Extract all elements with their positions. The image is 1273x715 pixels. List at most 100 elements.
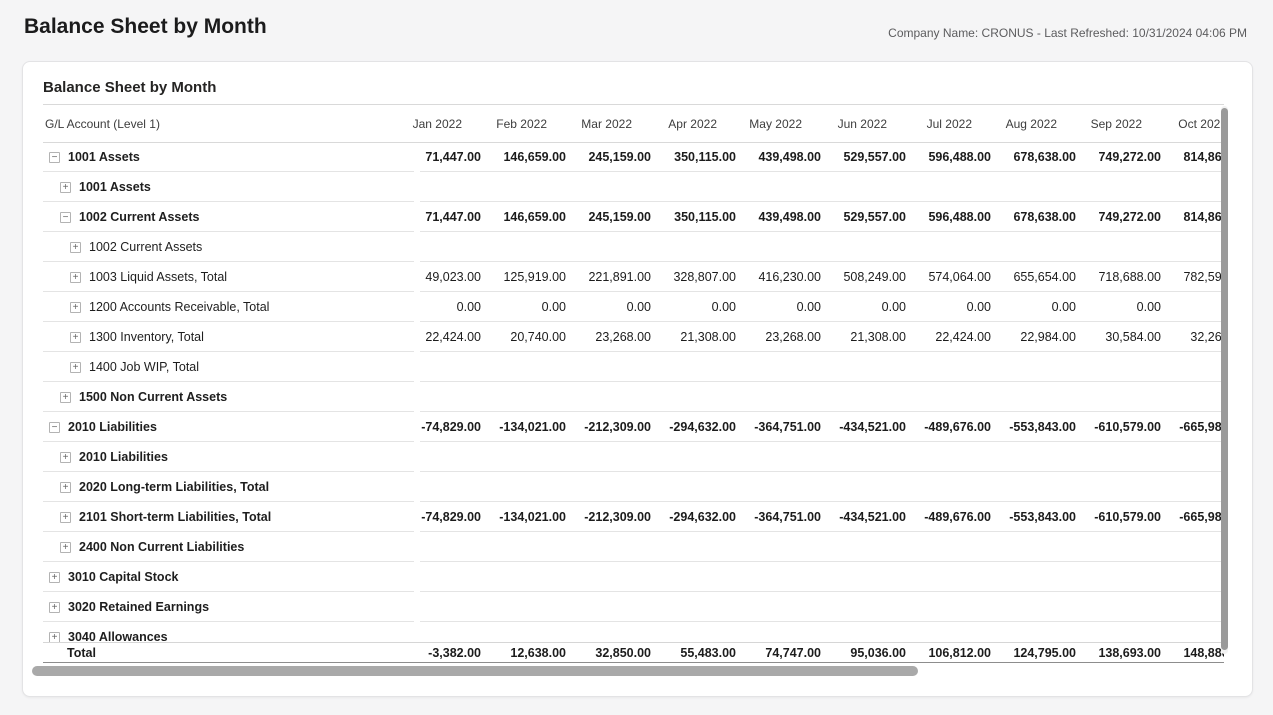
- expand-icon[interactable]: +: [60, 182, 71, 193]
- total-cell-value: 124,795.00: [991, 646, 1076, 660]
- cell-value: 678,638.00: [991, 210, 1076, 224]
- total-cell-value: -3,382.00: [396, 646, 481, 660]
- row-label[interactable]: 2010 Liabilities: [68, 420, 157, 434]
- cell-value: -553,843.00: [991, 420, 1076, 434]
- row-label[interactable]: 1400 Job WIP, Total: [89, 360, 199, 374]
- cell-value: 0.00: [736, 300, 821, 314]
- expand-icon[interactable]: +: [60, 512, 71, 523]
- column-header-month[interactable]: Oct 2022: [1161, 117, 1224, 131]
- row-label[interactable]: 1001 Assets: [68, 150, 140, 164]
- table-row: +1500 Non Current Assets: [43, 382, 1224, 412]
- total-cell-value: 106,812.00: [906, 646, 991, 660]
- row-label[interactable]: 1200 Accounts Receivable, Total: [89, 300, 269, 314]
- matrix-rows: −1001 Assets71,447.00146,659.00245,159.0…: [43, 142, 1224, 652]
- column-header-month[interactable]: May 2022: [736, 117, 821, 131]
- cell-value: 0.00: [481, 300, 566, 314]
- total-cell-value: 74,747.00: [736, 646, 821, 660]
- cell-value: 20,740.00: [481, 330, 566, 344]
- cell-value: 22,424.00: [396, 330, 481, 344]
- cell-value: 655,654.00: [991, 270, 1076, 284]
- total-label: Total: [43, 646, 396, 660]
- expand-icon[interactable]: +: [49, 572, 60, 583]
- expand-icon[interactable]: +: [70, 362, 81, 373]
- expand-icon[interactable]: +: [70, 242, 81, 253]
- collapse-icon[interactable]: −: [49, 422, 60, 433]
- row-label[interactable]: 1500 Non Current Assets: [79, 390, 227, 404]
- row-label[interactable]: 2020 Long-term Liabilities, Total: [79, 480, 269, 494]
- expand-icon[interactable]: +: [70, 302, 81, 313]
- cell-value: 782,590.00: [1161, 270, 1224, 284]
- cell-value: 221,891.00: [566, 270, 651, 284]
- expand-icon[interactable]: +: [49, 632, 60, 643]
- row-label[interactable]: 1001 Assets: [79, 180, 151, 194]
- table-row: +1002 Current Assets: [43, 232, 1224, 262]
- cell-value: 596,488.00: [906, 210, 991, 224]
- total-cell-value: 32,850.00: [566, 646, 651, 660]
- cell-value: 71,447.00: [396, 210, 481, 224]
- company-refresh-info: Company Name: CRONUS - Last Refreshed: 1…: [888, 26, 1247, 40]
- cell-value: 21,308.00: [651, 330, 736, 344]
- cell-value: 350,115.00: [651, 150, 736, 164]
- column-header-gl-account[interactable]: G/L Account (Level 1): [43, 117, 396, 131]
- row-label[interactable]: 1003 Liquid Assets, Total: [89, 270, 227, 284]
- row-label[interactable]: 2400 Non Current Liabilities: [79, 540, 244, 554]
- expand-icon[interactable]: +: [70, 332, 81, 343]
- row-label[interactable]: 1002 Current Assets: [89, 240, 202, 254]
- cell-value: 439,498.00: [736, 210, 821, 224]
- horizontal-scrollbar[interactable]: [32, 666, 918, 676]
- expand-icon[interactable]: +: [60, 392, 71, 403]
- cell-value: 23,268.00: [736, 330, 821, 344]
- table-row: +2400 Non Current Liabilities: [43, 532, 1224, 562]
- table-row: −1001 Assets71,447.00146,659.00245,159.0…: [43, 142, 1224, 172]
- cell-value: -74,829.00: [396, 510, 481, 524]
- cell-value: 814,860.00: [1161, 150, 1224, 164]
- column-header-month[interactable]: Sep 2022: [1076, 117, 1161, 131]
- expand-icon[interactable]: +: [60, 482, 71, 493]
- column-header-month[interactable]: Jan 2022: [396, 117, 481, 131]
- cell-value: -212,309.00: [566, 420, 651, 434]
- row-label[interactable]: 2010 Liabilities: [79, 450, 168, 464]
- row-label[interactable]: 2101 Short-term Liabilities, Total: [79, 510, 271, 524]
- table-row: +1300 Inventory, Total 22,424.0020,740.00…: [43, 322, 1224, 352]
- cell-value: 0.00: [821, 300, 906, 314]
- column-header-month[interactable]: Feb 2022: [481, 117, 566, 131]
- expand-icon[interactable]: +: [60, 542, 71, 553]
- cell-value: 574,064.00: [906, 270, 991, 284]
- cell-value: 21,308.00: [821, 330, 906, 344]
- cell-value: -489,676.00: [906, 510, 991, 524]
- cell-value: 23,268.00: [566, 330, 651, 344]
- expand-icon[interactable]: +: [70, 272, 81, 283]
- cell-value: -364,751.00: [736, 420, 821, 434]
- cell-value: 71,447.00: [396, 150, 481, 164]
- vertical-scrollbar[interactable]: [1221, 106, 1228, 654]
- row-label[interactable]: 1002 Current Assets: [79, 210, 199, 224]
- row-label[interactable]: 3010 Capital Stock: [68, 570, 178, 584]
- cell-value: 529,557.00: [821, 210, 906, 224]
- total-cell-value: 12,638.00: [481, 646, 566, 660]
- total-values: -3,382.0012,638.0032,850.0055,483.0074,7…: [396, 646, 1224, 660]
- total-cell-value: 148,880.00: [1161, 646, 1224, 660]
- column-header-month[interactable]: Jun 2022: [821, 117, 906, 131]
- cell-value: 416,230.00: [736, 270, 821, 284]
- cell-value: 718,688.00: [1076, 270, 1161, 284]
- expand-icon[interactable]: +: [60, 452, 71, 463]
- cell-value: -610,579.00: [1076, 420, 1161, 434]
- expand-icon[interactable]: +: [49, 602, 60, 613]
- column-header-month[interactable]: Aug 2022: [991, 117, 1076, 131]
- vertical-scrollbar-thumb[interactable]: [1221, 108, 1228, 650]
- row-label[interactable]: 3020 Retained Earnings: [68, 600, 209, 614]
- column-header-month[interactable]: Apr 2022: [651, 117, 736, 131]
- column-header-month[interactable]: Mar 2022: [566, 117, 651, 131]
- column-header-month[interactable]: Jul 2022: [906, 117, 991, 131]
- cell-value: 596,488.00: [906, 150, 991, 164]
- collapse-icon[interactable]: −: [60, 212, 71, 223]
- collapse-icon[interactable]: −: [49, 152, 60, 163]
- row-label[interactable]: 1300 Inventory, Total: [89, 330, 204, 344]
- cell-value: -665,980.00: [1161, 510, 1224, 524]
- table-row: +1003 Liquid Assets, Total49,023.00125,9…: [43, 262, 1224, 292]
- cell-value: 0.00: [651, 300, 736, 314]
- cell-value: 32,268.00: [1161, 330, 1224, 344]
- cell-value: 328,807.00: [651, 270, 736, 284]
- cell-value: 0.00: [991, 300, 1076, 314]
- cell-value: 245,159.00: [566, 150, 651, 164]
